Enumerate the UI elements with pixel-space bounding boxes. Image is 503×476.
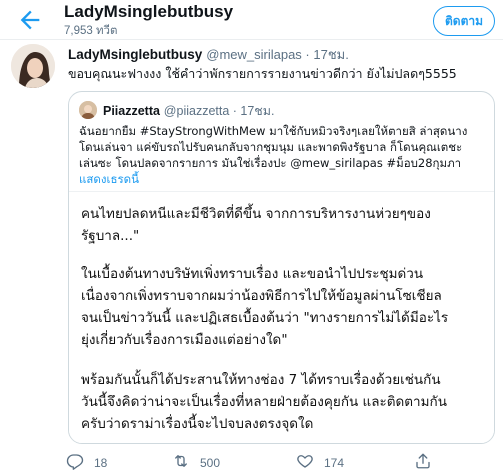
share-icon: [414, 452, 442, 473]
retweet-icon: [172, 452, 200, 473]
back-arrow-icon[interactable]: [16, 6, 44, 34]
reply-icon: [66, 452, 94, 473]
author-avatar[interactable]: [11, 44, 55, 88]
like-button[interactable]: 174: [296, 452, 344, 473]
page-title: LadyMsinglebutbusy: [64, 2, 234, 21]
image-text-line: เนื่องจากเพิ่งทราบจากผมว่าน้องพิธีการไปใ…: [81, 288, 442, 304]
quoted-author: Piiazzetta @piiazzetta · 17ชม.: [103, 101, 275, 121]
quoted-author-name: Piiazzetta: [103, 104, 160, 118]
image-text-line: คนไทยปลดหนีและมีชีวิตที่ดีขึ้น จากการบริ…: [81, 206, 431, 222]
image-text-line: ครับว่าดราม่าเรื่องนี้จะไปจบลงตรงจุดใด: [81, 416, 314, 432]
heart-icon: [296, 452, 324, 473]
image-text-line: ในเบื้องต้นทางบริษัทเพิ่งทราบเรื่อง และข…: [81, 266, 424, 282]
profile-header: LadyMsinglebutbusy 7,953 ทวีต ติดตาม: [0, 0, 503, 40]
share-button[interactable]: [414, 452, 442, 473]
author-handle-time[interactable]: @mew_sirilapas · 17ชม.: [206, 47, 349, 62]
image-text-line: จนเป็นข่าววันนี้ และปฏิเสธเบื้องต้นว่า "…: [81, 310, 449, 326]
quoted-tweet[interactable]: Piiazzetta @piiazzetta · 17ชม. ฉันอยากยื…: [68, 91, 495, 444]
quoted-text-image[interactable]: คนไทยปลดหนีและมีชีวิตที่ดีขึ้น จากการบริ…: [69, 191, 494, 443]
quoted-text-line: เล่นซะ โดนปลดจากรายการ มันใช่เรื่องปะ @m…: [79, 156, 462, 170]
image-text-line: วันนี้จึงคิดว่าน่าจะเป็นเรื่องที่หลายฝ่า…: [81, 394, 447, 410]
author-name[interactable]: LadyMsinglebutbusy: [68, 47, 202, 62]
quoted-text-line: โดนเล่นจา แค่ขับรถไปรับคนกลับจากชุมนุม แ…: [79, 140, 463, 154]
tweet-actions: 18 500 174: [0, 448, 503, 476]
quoted-text-line: ฉันอยากยืม #StayStrongWithMew มาใช้กับหม…: [79, 124, 468, 138]
quoted-author-avatar: [79, 101, 97, 119]
image-text-line: พร้อมกันนั้นก็ได้ประสานให้ทางช่อง 7 ได้ท…: [81, 372, 441, 388]
tweet-count: 7,953 ทวีต: [64, 25, 118, 37]
follow-button[interactable]: ติดตาม: [433, 6, 495, 36]
show-thread-link[interactable]: แสดงเธรดนี้: [79, 171, 139, 189]
quoted-author-handle-time: @piiazzetta · 17ชม.: [163, 104, 275, 118]
tweet-text: ขอบคุณนะฟางงง ใช้คำว่าพักรายการรายงานข่า…: [68, 66, 457, 81]
like-count: 174: [324, 455, 345, 470]
image-text-line: ยุ่งเกี่ยวกับเรื่องการเมืองแต่อย่างใด": [81, 332, 288, 348]
retweet-count: 500: [200, 455, 221, 470]
reply-count: 18: [94, 455, 108, 470]
image-text-line: รัฐบาล...": [81, 228, 140, 244]
tweet-author[interactable]: LadyMsinglebutbusy @mew_sirilapas · 17ชม…: [68, 44, 349, 65]
reply-button[interactable]: 18: [66, 452, 107, 473]
retweet-button[interactable]: 500: [172, 452, 220, 473]
